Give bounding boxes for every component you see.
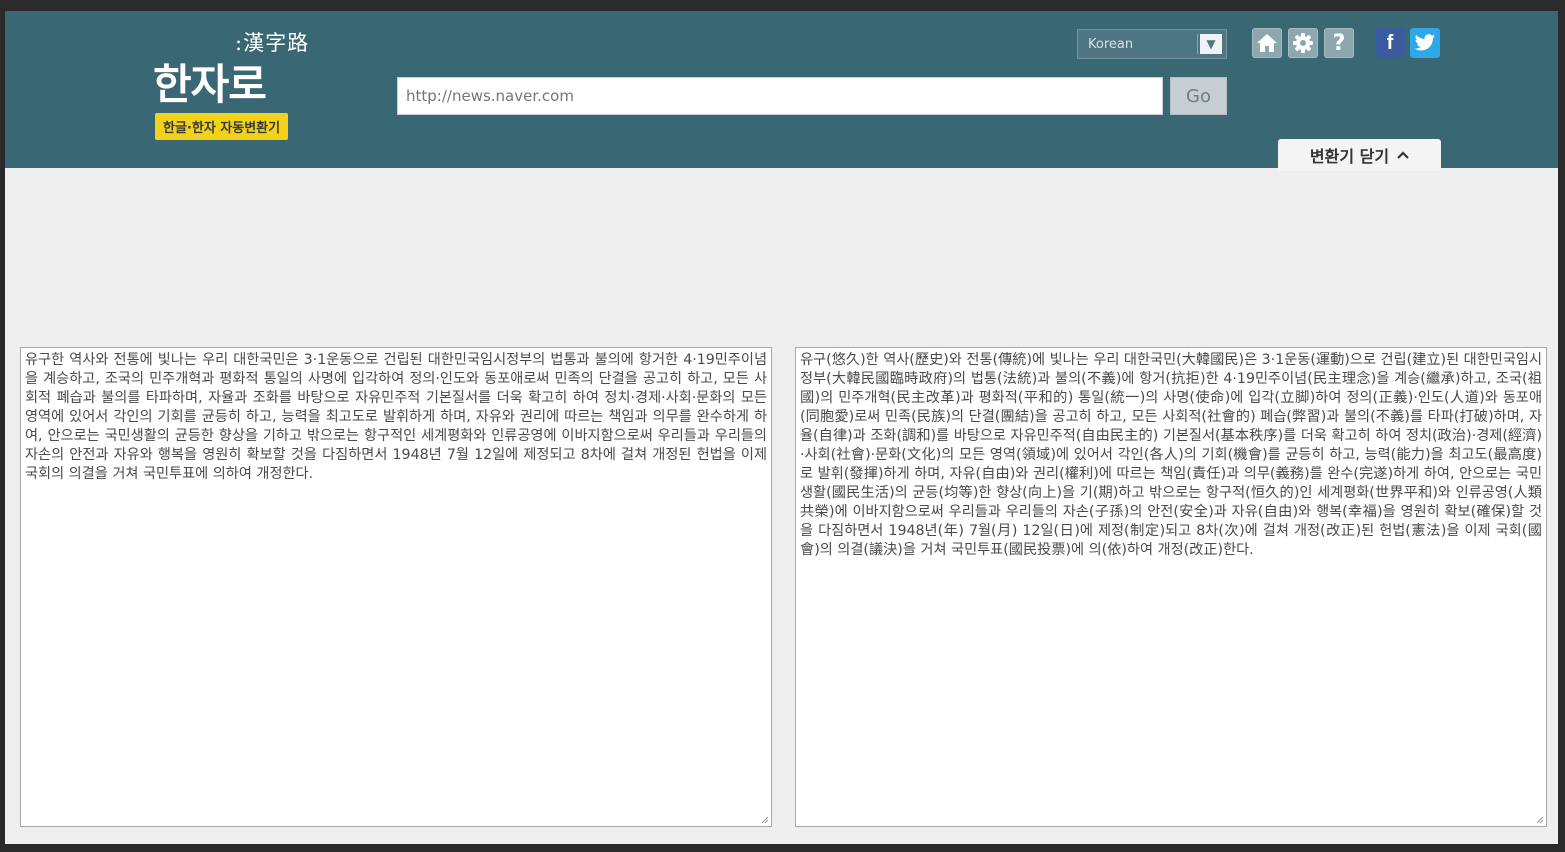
twitter-icon [1414, 34, 1435, 51]
gear-icon [1293, 33, 1313, 53]
close-converter-tab[interactable]: 변환기 닫기 [1278, 139, 1441, 171]
language-select[interactable]: Korean ▼ [1077, 29, 1227, 59]
help-button[interactable]: ? [1324, 28, 1354, 58]
go-button[interactable]: Go [1170, 77, 1227, 115]
resize-grip-icon[interactable] [1534, 814, 1544, 824]
language-selected-value: Korean [1088, 37, 1134, 52]
logo-badge: 한글·한자 자동변환기 [155, 113, 289, 140]
chevron-up-icon [1397, 151, 1409, 159]
home-icon [1257, 34, 1277, 52]
korean-input-textarea[interactable]: 유구한 역사와 전통에 빛나는 우리 대한국민은 3·1운동으로 건립된 대한민… [20, 347, 772, 827]
settings-button[interactable] [1288, 28, 1318, 58]
home-button[interactable] [1252, 28, 1282, 58]
hanja-output-textarea[interactable]: 유구(悠久)한 역사(歷史)와 전통(傳統)에 빛나는 우리 대한국민(大韓國民… [795, 347, 1547, 827]
language-select-divider [1197, 34, 1198, 54]
header-bar: :漢字路 한자로 한글·한자 자동변환기 Go Korean ▼ [5, 11, 1558, 171]
facebook-icon: f [1386, 31, 1394, 54]
close-converter-label: 변환기 닫기 [1309, 147, 1390, 166]
url-input[interactable] [397, 77, 1163, 115]
input-text: 유구한 역사와 전통에 빛나는 우리 대한국민은 3·1운동으로 건립된 대한민… [25, 352, 767, 482]
logo-title: 한자로 [153, 60, 267, 109]
resize-grip-icon[interactable] [759, 814, 769, 824]
output-text: 유구(悠久)한 역사(歷史)와 전통(傳統)에 빛나는 우리 대한국민(大韓國民… [800, 352, 1542, 558]
chevron-down-icon[interactable]: ▼ [1200, 34, 1222, 54]
facebook-button[interactable]: f [1375, 28, 1405, 58]
app-window: :漢字路 한자로 한글·한자 자동변환기 Go Korean ▼ [5, 11, 1558, 844]
help-icon: ? [1332, 30, 1346, 56]
twitter-button[interactable] [1410, 28, 1440, 58]
logo[interactable]: :漢字路 한자로 한글·한자 자동변환기 [153, 25, 323, 145]
